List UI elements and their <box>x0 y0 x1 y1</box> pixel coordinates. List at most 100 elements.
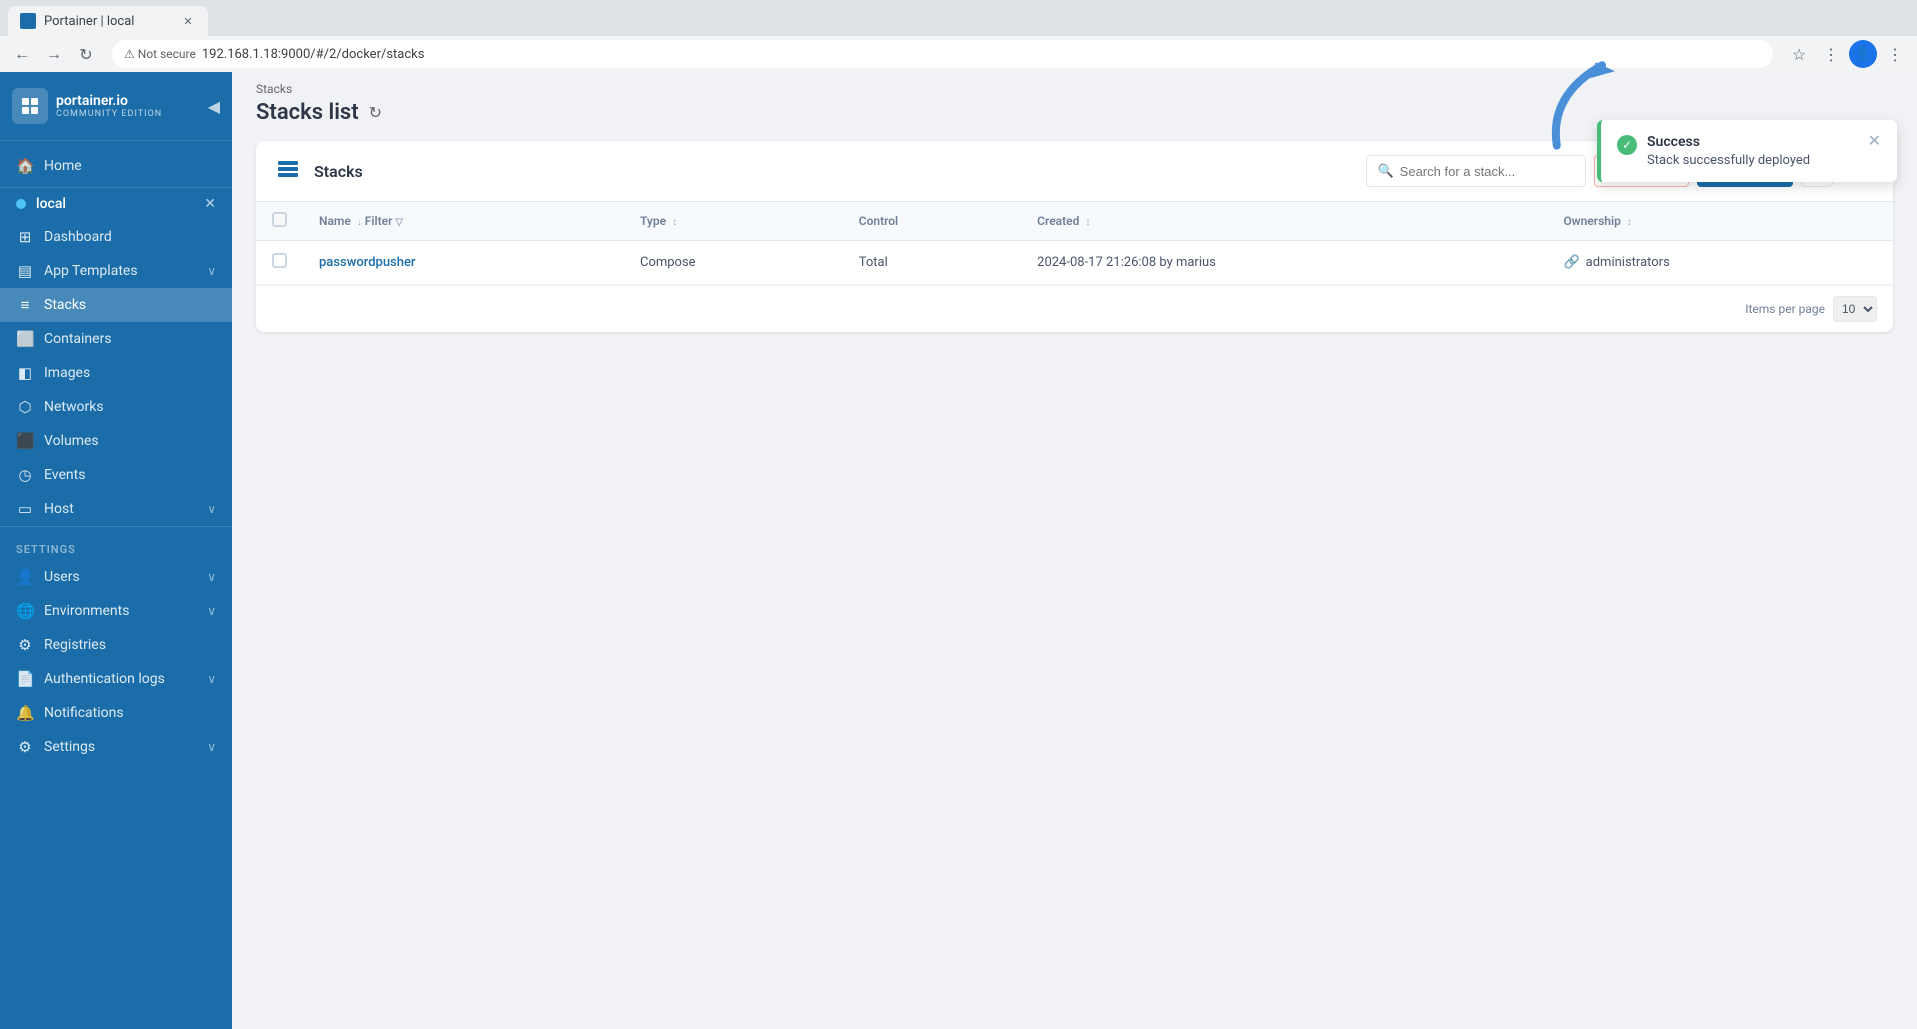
stack-name-link[interactable]: passwordpusher <box>319 255 416 270</box>
app-layout: portainer.io Community Edition ◀ 🏠 Home … <box>0 72 1917 1029</box>
sidebar-item-events[interactable]: ◷ Events <box>0 458 232 492</box>
browser-tab[interactable]: Portainer | local ✕ <box>8 6 208 36</box>
row-checkbox-cell[interactable] <box>256 241 303 285</box>
created-column-header[interactable]: Created ↕ <box>1021 202 1547 241</box>
toast-title: Success <box>1647 134 1858 150</box>
control-column-header[interactable]: Control <box>843 202 1021 241</box>
select-all-header[interactable] <box>256 202 303 241</box>
refresh-button[interactable]: ↻ <box>369 103 382 122</box>
search-box[interactable]: 🔍 <box>1366 155 1586 187</box>
sidebar-item-notifications[interactable]: 🔔 Notifications <box>0 696 232 730</box>
reload-button[interactable]: ↻ <box>72 40 100 68</box>
sidebar-item-dashboard[interactable]: ⊞ Dashboard <box>0 220 232 254</box>
toast-close-button[interactable]: ✕ <box>1868 133 1881 149</box>
panel-title: Stacks <box>314 162 363 181</box>
home-icon: 🏠 <box>16 157 34 175</box>
sidebar-collapse-button[interactable]: ◀ <box>208 97 220 116</box>
sidebar-item-volumes[interactable]: ⬛ Volumes <box>0 424 232 458</box>
sidebar-item-registries[interactable]: ⚙ Registries <box>0 628 232 662</box>
ownership-column-label: Ownership <box>1563 214 1620 228</box>
auth-logs-chevron-icon: ∨ <box>207 672 216 686</box>
items-per-page-select[interactable]: 10 25 50 <box>1833 296 1877 322</box>
sidebar-item-auth-logs[interactable]: 📄 Authentication logs ∨ <box>0 662 232 696</box>
search-input[interactable] <box>1400 164 1576 179</box>
row-checkbox[interactable] <box>272 253 287 268</box>
host-icon: ▭ <box>16 500 34 518</box>
env-label: local <box>36 196 194 212</box>
extensions-button[interactable]: ⋮ <box>1817 40 1845 68</box>
settings-icon: ⚙ <box>16 738 34 756</box>
sidebar-item-environments[interactable]: 🌐 Environments ∨ <box>0 594 232 628</box>
address-bar[interactable]: ⚠ Not secure 192.168.1.18:9000/#/2/docke… <box>112 40 1773 68</box>
breadcrumb: Stacks <box>232 72 1917 96</box>
stack-control-cell: Total <box>843 241 1021 285</box>
toast-content: Success Stack successfully deployed <box>1647 134 1858 168</box>
name-sort-icon: ↓ <box>357 217 362 228</box>
stacks-table: Name ↓ Filter ▽ Type ↕ Control <box>256 202 1893 285</box>
env-header[interactable]: local ✕ <box>0 188 232 220</box>
table-wrapper: Name ↓ Filter ▽ Type ↕ Control <box>256 202 1893 285</box>
sidebar: portainer.io Community Edition ◀ 🏠 Home … <box>0 72 232 1029</box>
not-secure-indicator: ⚠ Not secure <box>124 47 196 61</box>
toast-message: Stack successfully deployed <box>1647 153 1858 168</box>
type-column-label: Type <box>640 214 666 228</box>
ownership-value: administrators <box>1586 255 1670 270</box>
stack-name-cell: passwordpusher <box>303 241 624 285</box>
created-column-label: Created <box>1037 214 1079 228</box>
sidebar-item-containers[interactable]: ⬜ Containers <box>0 322 232 356</box>
env-status-dot <box>16 199 26 209</box>
sidebar-item-app-templates[interactable]: ▤ App Templates ∨ <box>0 254 232 288</box>
tab-close-button[interactable]: ✕ <box>180 13 196 29</box>
sidebar-item-home[interactable]: 🏠 Home <box>0 149 232 183</box>
ownership-icon: 🔗 <box>1563 255 1579 270</box>
stack-type-cell: Compose <box>624 241 843 285</box>
url-text: 192.168.1.18:9000/#/2/docker/stacks <box>202 47 425 62</box>
page-title: Stacks list <box>256 100 359 125</box>
sidebar-item-settings[interactable]: ⚙ Settings ∨ <box>0 730 232 764</box>
logo-sub: Community Edition <box>56 109 162 119</box>
events-icon: ◷ <box>16 466 34 484</box>
stacks-nav-icon: ≡ <box>16 296 34 314</box>
dashboard-icon: ⊞ <box>16 228 34 246</box>
sidebar-item-host[interactable]: ▭ Host ∨ <box>0 492 232 526</box>
containers-icon: ⬜ <box>16 330 34 348</box>
toast-container: ✓ Success Stack successfully deployed ✕ <box>1597 120 1897 182</box>
images-icon: ◧ <box>16 364 34 382</box>
filter-label: Filter <box>365 214 393 228</box>
sidebar-item-networks[interactable]: ⬡ Networks <box>0 390 232 424</box>
sidebar-item-images[interactable]: ◧ Images <box>0 356 232 390</box>
profile-button[interactable]: 👤 <box>1849 40 1877 68</box>
forward-button[interactable]: → <box>40 40 68 68</box>
toolbar-right: ☆ ⋮ 👤 ⋮ <box>1785 40 1909 68</box>
type-column-header[interactable]: Type ↕ <box>624 202 843 241</box>
ownership-cell-inner: 🔗 administrators <box>1563 255 1877 270</box>
environments-icon: 🌐 <box>16 602 34 620</box>
ownership-column-header[interactable]: Ownership ↕ <box>1547 202 1893 241</box>
sidebar-item-stacks[interactable]: ≡ Stacks <box>0 288 232 322</box>
search-icon: 🔍 <box>1377 164 1393 179</box>
volumes-icon: ⬛ <box>16 432 34 450</box>
menu-button[interactable]: ⋮ <box>1881 40 1909 68</box>
app-templates-icon: ▤ <box>16 262 34 280</box>
type-sort-icon: ↕ <box>672 217 677 228</box>
env-close-button[interactable]: ✕ <box>204 196 216 212</box>
main-content: Stacks Stacks list ↻ Stacks <box>232 72 1917 1029</box>
bookmark-button[interactable]: ☆ <box>1785 40 1813 68</box>
name-column-label: Name <box>319 214 351 228</box>
users-chevron-icon: ∨ <box>207 570 216 584</box>
tab-favicon <box>20 13 36 29</box>
tab-title: Portainer | local <box>44 14 172 29</box>
filter-icon[interactable]: ▽ <box>395 217 403 228</box>
notifications-icon: 🔔 <box>16 704 34 722</box>
table-row: passwordpusher Compose Total 2024-08-17 … <box>256 241 1893 285</box>
control-column-label: Control <box>859 214 898 228</box>
settings-section-label: Settings <box>0 531 232 560</box>
sidebar-header: portainer.io Community Edition ◀ <box>0 72 232 141</box>
browser-toolbar: ← → ↻ ⚠ Not secure 192.168.1.18:9000/#/2… <box>0 36 1917 72</box>
select-all-checkbox[interactable] <box>272 212 287 227</box>
host-chevron-icon: ∨ <box>207 502 216 516</box>
name-column-header[interactable]: Name ↓ Filter ▽ <box>303 202 624 241</box>
networks-icon: ⬡ <box>16 398 34 416</box>
sidebar-item-users[interactable]: 👤 Users ∨ <box>0 560 232 594</box>
back-button[interactable]: ← <box>8 40 36 68</box>
